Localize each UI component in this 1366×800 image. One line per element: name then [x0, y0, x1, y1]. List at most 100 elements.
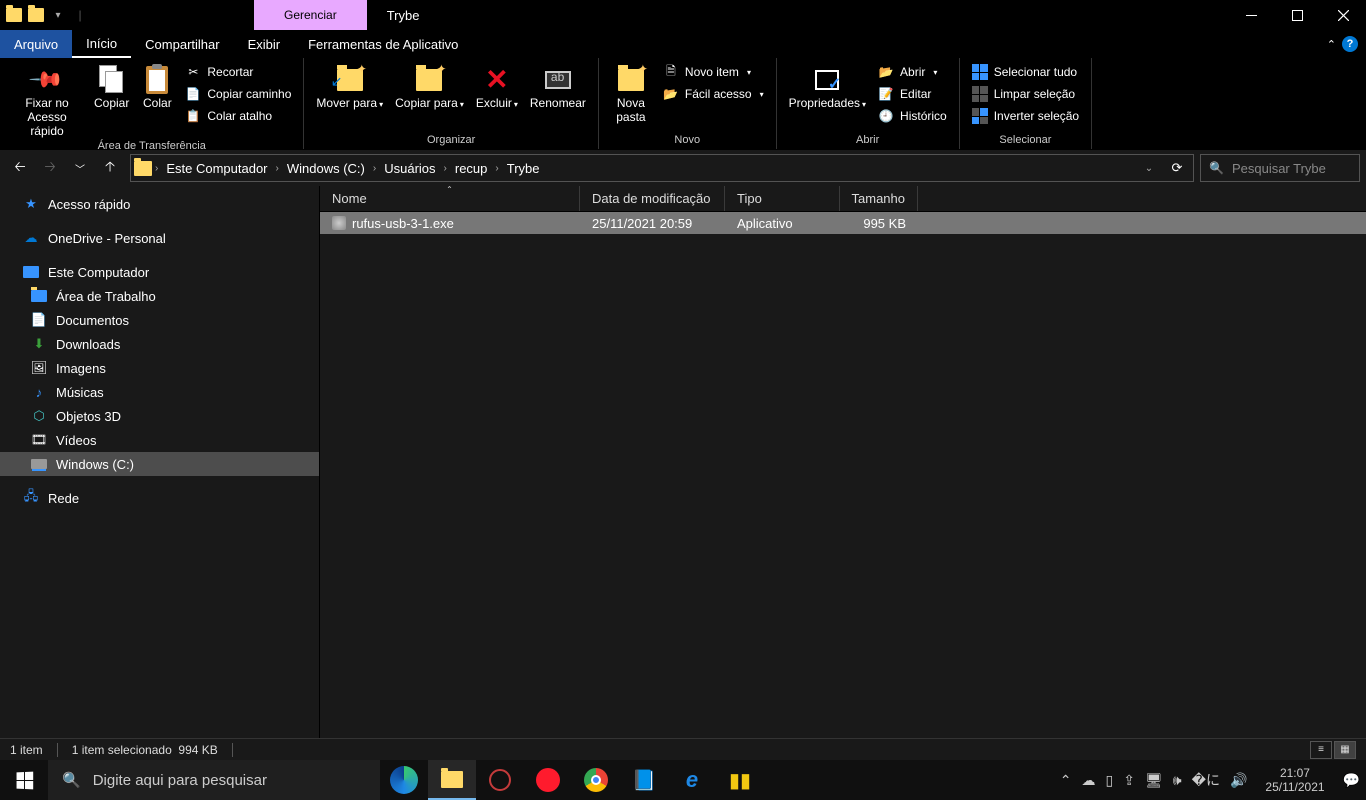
sidebar-item-quickaccess[interactable]: ★Acesso rápido [0, 192, 319, 216]
sidebar-item-network[interactable]: 🖧Rede [0, 486, 319, 510]
addr-dropdown-icon[interactable]: ⌄ [1135, 154, 1163, 182]
copyto-button[interactable]: Copiar para▾ [389, 60, 470, 111]
selectall-icon [972, 64, 988, 80]
taskbar-app-ie[interactable]: e [668, 760, 716, 800]
taskbar-app-explorer[interactable] [428, 760, 476, 800]
taskbar-app-chrome[interactable] [572, 760, 620, 800]
pasteshortcut-button[interactable]: 📋Colar atalho [181, 106, 295, 126]
collapse-ribbon-icon[interactable]: ⌃ [1327, 38, 1336, 51]
delete-button[interactable]: ✕ Excluir▾ [470, 60, 524, 111]
context-tab-manage[interactable]: Gerenciar [254, 0, 367, 30]
taskbar-search[interactable]: 🔍Digite aqui para pesquisar [48, 760, 380, 800]
maximize-button[interactable] [1274, 0, 1320, 30]
view-large-button[interactable]: ▦ [1334, 741, 1356, 759]
taskbar-app-opera[interactable] [524, 760, 572, 800]
taskbar-app-edge[interactable] [380, 760, 428, 800]
moveto-button[interactable]: ↙ Mover para▾ [310, 60, 389, 111]
tab-view[interactable]: Exibir [234, 30, 295, 58]
view-details-button[interactable]: ≡ [1310, 741, 1332, 759]
close-button[interactable] [1320, 0, 1366, 30]
sidebar-item-3dobjects[interactable]: ⬡Objetos 3D [0, 404, 319, 428]
wifi-icon[interactable]: �に [1192, 770, 1220, 790]
easyaccess-button[interactable]: 📂Fácil acesso▾ [659, 84, 768, 104]
minimize-button[interactable] [1228, 0, 1274, 30]
selectnone-button[interactable]: Limpar seleção [968, 84, 1083, 104]
breadcrumb[interactable]: Este Computador [160, 155, 273, 181]
chevron-right-icon[interactable]: › [493, 163, 500, 174]
divider [232, 743, 233, 757]
network-icon: 🖧 [22, 490, 40, 506]
col-name[interactable]: Nome⌃ [320, 186, 580, 211]
volume-icon[interactable]: 🔊 [1230, 772, 1247, 789]
tab-home[interactable]: Início [72, 30, 131, 58]
nav-pane[interactable]: ★Acesso rápido ☁OneDrive - Personal Este… [0, 186, 320, 738]
address-bar[interactable]: › Este Computador › Windows (C:) › Usuár… [130, 154, 1194, 182]
sidebar-item-music[interactable]: ♪Músicas [0, 380, 319, 404]
open-group-label: Abrir [783, 132, 953, 149]
paste-button[interactable]: Colar [135, 60, 179, 111]
open-button[interactable]: 📂Abrir▾ [874, 62, 951, 82]
breadcrumb[interactable]: recup [449, 155, 494, 181]
chevron-right-icon[interactable]: › [371, 163, 378, 174]
network-icon[interactable]: 🕪 [1173, 772, 1182, 789]
qat-dropdown-icon[interactable]: ▾ [48, 5, 68, 25]
col-size[interactable]: Tamanho [840, 186, 918, 211]
history-icon: 🕘 [878, 108, 894, 124]
invertsel-button[interactable]: Inverter seleção [968, 106, 1083, 126]
forward-button[interactable]: 🡢 [36, 154, 64, 182]
sidebar-item-cdrive[interactable]: Windows (C:) [0, 452, 319, 476]
refresh-button[interactable]: ⟳ [1163, 154, 1191, 182]
tab-apptools[interactable]: Ferramentas de Aplicativo [294, 30, 472, 58]
edit-button[interactable]: 📝Editar [874, 84, 951, 104]
selectall-button[interactable]: Selecionar tudo [968, 62, 1083, 82]
breadcrumb[interactable]: Trybe [501, 155, 546, 181]
copypath-button[interactable]: 📄Copiar caminho [181, 84, 295, 104]
edit-icon: 📝 [878, 86, 894, 102]
history-button[interactable]: 🕘Histórico [874, 106, 951, 126]
tray-overflow-icon[interactable]: ⌃ [1060, 772, 1072, 789]
sidebar-item-videos[interactable]: 🎞Vídeos [0, 428, 319, 452]
properties-button[interactable]: Propriedades▾ [783, 60, 872, 111]
sidebar-item-desktop[interactable]: Área de Trabalho [0, 284, 319, 308]
taskbar-clock[interactable]: 21:07 25/11/2021 [1257, 766, 1332, 795]
taskbar-app-unknown1[interactable] [476, 760, 524, 800]
col-date[interactable]: Data de modificação [580, 186, 725, 211]
usb-icon[interactable]: ⇪ [1123, 772, 1135, 789]
chevron-right-icon[interactable]: › [274, 163, 281, 174]
chevron-right-icon[interactable]: › [153, 163, 160, 174]
breadcrumb[interactable]: Windows (C:) [281, 155, 371, 181]
cube-icon: ⬡ [30, 408, 48, 424]
file-name: rufus-usb-3-1.exe [352, 216, 454, 231]
help-icon[interactable]: ? [1342, 36, 1358, 52]
rename-button[interactable]: ab Renomear [524, 60, 592, 111]
table-row[interactable]: rufus-usb-3-1.exe 25/11/2021 20:59 Aplic… [320, 212, 1366, 234]
sidebar-item-thispc[interactable]: Este Computador [0, 260, 319, 284]
notifications-icon[interactable]: 💬 [1343, 772, 1360, 789]
col-type[interactable]: Tipo [725, 186, 840, 211]
pin-quickaccess-button[interactable]: 📌 Fixar no Acesso rápido [6, 60, 88, 138]
back-button[interactable]: 🡠 [6, 154, 34, 182]
tab-file[interactable]: Arquivo [0, 30, 72, 58]
display-icon[interactable]: 🖥 [1145, 772, 1163, 789]
search-input[interactable] [1232, 161, 1351, 176]
sidebar-item-onedrive[interactable]: ☁OneDrive - Personal [0, 226, 319, 250]
newitem-button[interactable]: 🗎Novo item▾ [659, 62, 768, 82]
search-box[interactable]: 🔍 [1200, 154, 1360, 182]
taskbar-app-powerbi[interactable]: ▮▮ [716, 760, 764, 800]
chevron-right-icon[interactable]: › [442, 163, 449, 174]
battery-icon[interactable]: ▯ [1106, 772, 1114, 789]
onedrive-tray-icon[interactable]: ☁ [1082, 772, 1096, 789]
tab-share[interactable]: Compartilhar [131, 30, 233, 58]
recent-dropdown-icon[interactable]: ﹀ [66, 154, 94, 182]
up-button[interactable]: 🡡 [96, 154, 124, 182]
copy-button[interactable]: Copiar [88, 60, 135, 111]
breadcrumb[interactable]: Usuários [378, 155, 441, 181]
start-button[interactable] [0, 760, 48, 800]
sidebar-item-downloads[interactable]: ⬇Downloads [0, 332, 319, 356]
folder-icon [26, 5, 46, 25]
taskbar-app-notepad[interactable]: 📘 [620, 760, 668, 800]
cut-button[interactable]: ✂Recortar [181, 62, 295, 82]
newfolder-button[interactable]: Nova pasta [605, 60, 657, 125]
sidebar-item-pictures[interactable]: 🖼Imagens [0, 356, 319, 380]
sidebar-item-documents[interactable]: 📄Documentos [0, 308, 319, 332]
